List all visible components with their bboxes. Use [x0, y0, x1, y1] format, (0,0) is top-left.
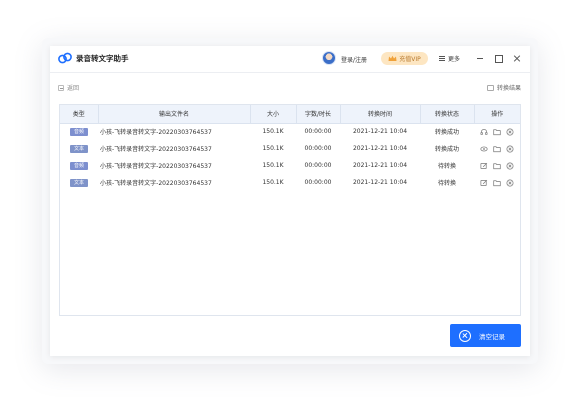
app-logo-icon — [58, 52, 72, 64]
folder-icon[interactable] — [493, 162, 501, 170]
cell-duration: 00:00:00 — [304, 162, 332, 169]
conversion-result-link[interactable]: 转换结果 — [486, 83, 521, 92]
row-actions — [474, 179, 520, 187]
cell-filename: 小孩-飞转录音转文字-20220303764537 — [100, 146, 212, 153]
row-actions — [474, 162, 520, 170]
column-header-time[interactable]: 转换时间 — [340, 105, 421, 124]
cell-filename: 小孩-飞转录音转文字-20220303764537 — [100, 163, 212, 170]
close-icon[interactable] — [512, 53, 522, 63]
clear-icon — [459, 329, 471, 342]
cell-size: 150.1K — [262, 162, 284, 169]
login-register-link[interactable]: 登录/注册 — [341, 55, 367, 64]
clear-label: 清空记录 — [479, 332, 505, 341]
cell-type: 音频 — [60, 123, 98, 140]
title-divider — [50, 72, 530, 73]
clear-records-button[interactable]: 清空记录 — [450, 324, 521, 347]
cell-status: 待转换 — [437, 180, 456, 187]
table-row[interactable]: 文本 小孩-飞转录音转文字-20220303764537 150.1K 00:00:0… — [60, 140, 520, 157]
maximize-icon[interactable] — [493, 53, 503, 63]
headphone-icon[interactable] — [480, 128, 488, 136]
result-label: 转换结果 — [496, 85, 521, 92]
delete-icon[interactable] — [506, 145, 514, 153]
row-actions — [474, 128, 520, 136]
edit-icon[interactable] — [480, 162, 488, 170]
cell-filename: 小孩-飞转录音转文字-20220303764537 — [100, 129, 212, 137]
cell-actions — [474, 123, 520, 140]
column-header-duration[interactable]: 字数/时长 — [296, 105, 341, 124]
back-label: 返回 — [67, 85, 80, 92]
column-header-filename[interactable]: 输出文件名 — [98, 105, 251, 124]
cell-actions — [474, 140, 520, 157]
minimize-icon[interactable] — [475, 53, 485, 63]
cell-actions — [474, 157, 520, 174]
more-label: 更多 — [448, 56, 461, 63]
cell-filename: 小孩-飞转录音转文字-20220303764537 — [100, 180, 212, 187]
cell-type: 文本 — [60, 140, 98, 157]
cell-status: 转换成功 — [434, 146, 459, 153]
app-window: 录音转文字助手 登录/注册 充值VIP 更多 返回 转换结果 类型 输出文件名 … — [50, 46, 530, 356]
vip-recharge-button[interactable]: 充值VIP — [381, 52, 428, 65]
folder-icon — [486, 84, 494, 91]
eye-icon[interactable] — [480, 145, 488, 153]
folder-icon[interactable] — [493, 128, 501, 136]
cell-size: 150.1K — [262, 179, 284, 186]
column-header-type[interactable]: 类型 — [60, 105, 99, 124]
column-header-size[interactable]: 大小 — [250, 105, 297, 124]
cell-status: 待转换 — [437, 163, 456, 170]
cell-duration: 00:00:00 — [304, 145, 332, 152]
cell-duration: 00:00:00 — [304, 179, 332, 186]
folder-icon[interactable] — [493, 145, 501, 153]
cell-time: 2021-12-21 10:04 — [352, 179, 408, 186]
table-header-row: 类型 输出文件名 大小 字数/时长 转换时间 转换状态 操作 — [60, 105, 520, 124]
more-menu-button[interactable]: 更多 — [439, 54, 460, 63]
cell-type: 文本 — [60, 174, 98, 191]
cell-time: 2021-12-21 10:04 — [352, 162, 408, 169]
delete-icon[interactable] — [506, 179, 514, 187]
row-actions — [474, 145, 520, 153]
table-row[interactable]: 音频 小孩-飞转录音转文字-20220303764537 150.1K 00:00:0… — [60, 123, 520, 140]
cell-type: 音频 — [60, 157, 98, 174]
table-row[interactable]: 音频 小孩-飞转录音转文字-20220303764537 150.1K 00:00:0… — [60, 157, 520, 174]
menu-icon — [439, 56, 445, 61]
back-button[interactable]: 返回 — [58, 83, 79, 92]
type-badge: 文本 — [70, 144, 88, 153]
app-title: 录音转文字助手 — [76, 54, 129, 63]
cell-size: 150.1K — [262, 145, 284, 152]
folder-icon[interactable] — [493, 179, 501, 187]
cell-actions — [474, 174, 520, 191]
records-table: 类型 输出文件名 大小 字数/时长 转换时间 转换状态 操作 音频小孩-飞转录音… — [59, 104, 521, 316]
title-bar: 录音转文字助手 登录/注册 充值VIP 更多 — [50, 46, 530, 72]
user-avatar[interactable] — [322, 51, 336, 65]
back-icon — [58, 84, 64, 91]
type-badge: 文本 — [70, 178, 88, 187]
cell-time: 2021-12-21 10:04 — [352, 128, 408, 136]
cell-status: 转换成功 — [434, 129, 459, 137]
type-badge: 音频 — [70, 161, 88, 170]
cell-duration: 00:00:00 — [304, 128, 332, 136]
crown-icon — [388, 55, 397, 61]
column-header-status[interactable]: 转换状态 — [420, 105, 475, 124]
column-header-actions: 操作 — [474, 105, 520, 124]
table-row[interactable]: 文本 小孩-飞转录音转文字-20220303764537 150.1K 00:00:0… — [60, 174, 520, 191]
edit-icon[interactable] — [480, 179, 488, 187]
type-badge: 音频 — [70, 127, 88, 136]
cell-size: 150.1K — [262, 128, 284, 136]
cell-time: 2021-12-21 10:04 — [352, 145, 408, 152]
vip-label: 充值VIP — [399, 56, 421, 63]
delete-icon[interactable] — [506, 128, 514, 136]
delete-icon[interactable] — [506, 162, 514, 170]
